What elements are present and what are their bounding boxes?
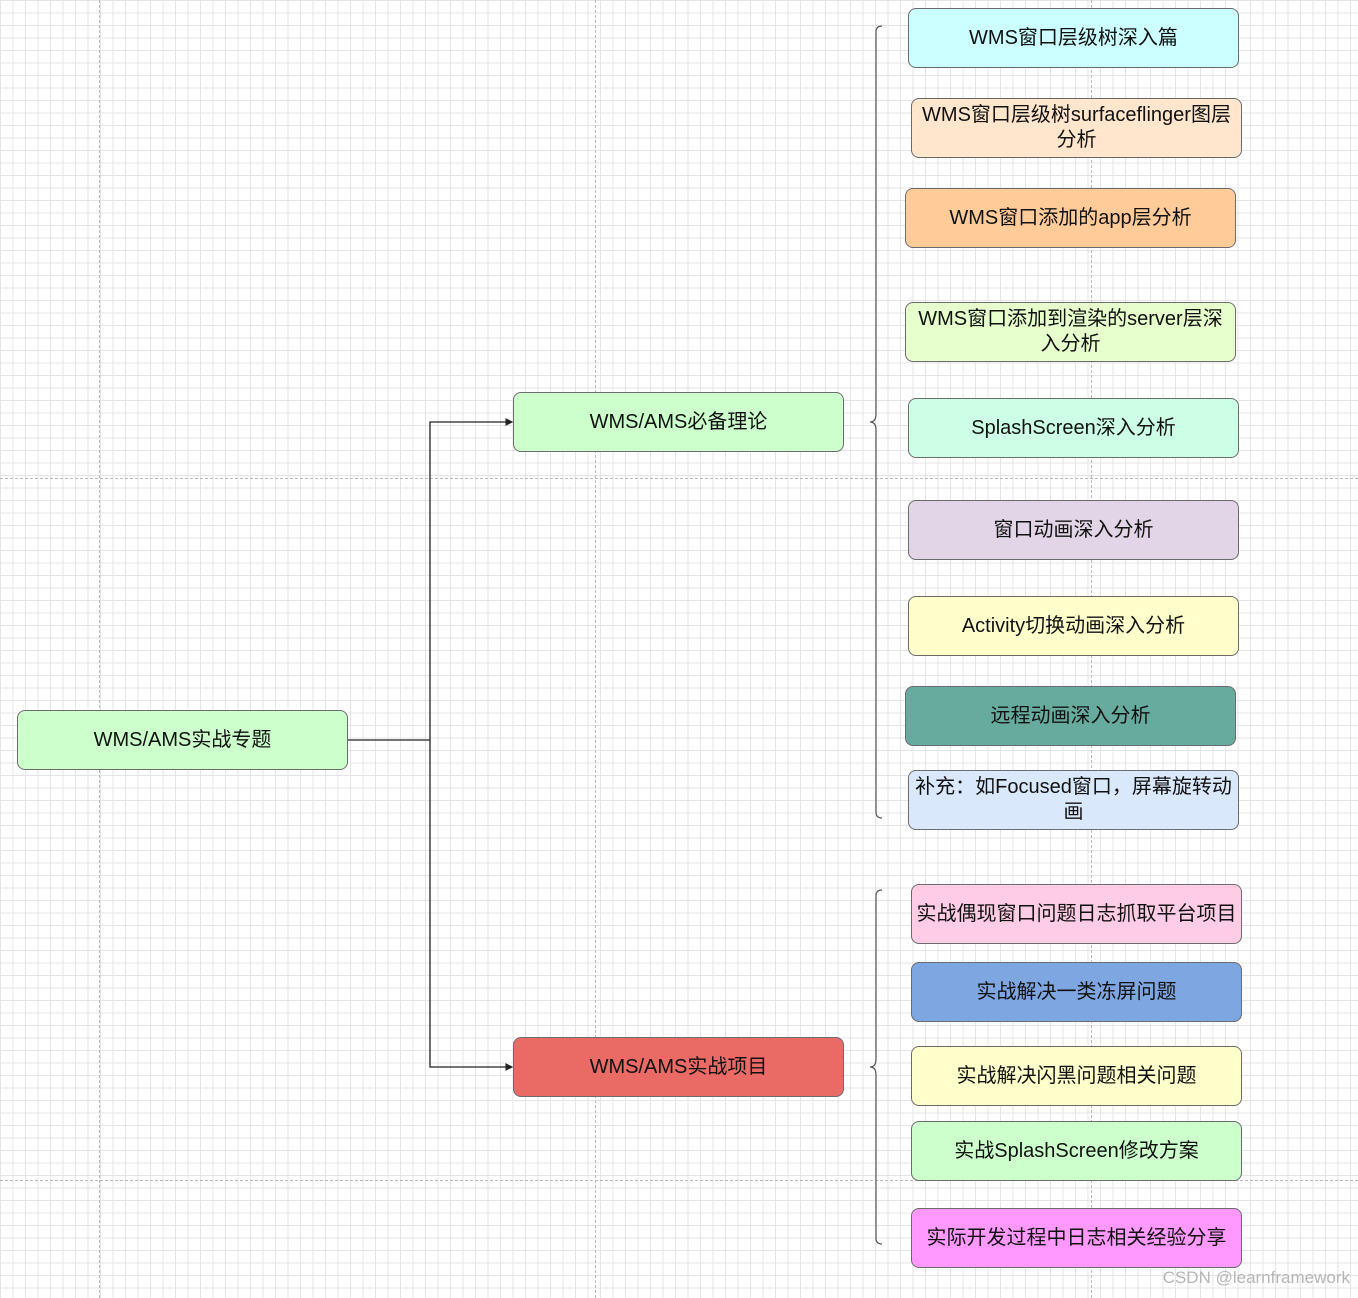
project-leaf-label: 实战解决一类冻屏问题: [976, 980, 1177, 1003]
theory-leaf-label: 远程动画深入分析: [990, 704, 1151, 727]
theory-leaf-label: WMS窗口添加到渲染的server层深入分析: [918, 308, 1223, 355]
theory-leaf-node[interactable]: Activity切换动画深入分析: [908, 596, 1239, 656]
project-branch-node[interactable]: WMS/AMS实战项目: [513, 1037, 844, 1097]
theory-leaf-label: WMS窗口添加的app层分析: [949, 206, 1192, 229]
theory-branch-connector: [429, 418, 514, 740]
project-branch-label: WMS/AMS实战项目: [589, 1055, 768, 1078]
project-leaf-node[interactable]: 实战解决一类冻屏问题: [911, 962, 1242, 1022]
project-leaf-node[interactable]: 实战SplashScreen修改方案: [911, 1121, 1242, 1181]
theory-leaf-label: 补充：如Focused窗口，屏幕旋转动画: [915, 776, 1232, 823]
project-leaf-label: 实战偶现窗口问题日志抓取平台项目: [916, 902, 1237, 925]
theory-leaf-label: WMS窗口层级树深入篇: [969, 26, 1178, 49]
root-node-label: WMS/AMS实战专题: [93, 728, 272, 751]
project-leaf-node[interactable]: 实际开发过程中日志相关经验分享: [911, 1208, 1242, 1268]
theory-branch-node[interactable]: WMS/AMS必备理论: [513, 392, 844, 452]
theory-leaf-node[interactable]: WMS窗口层级树surfaceflinger图层分析: [911, 98, 1242, 158]
project-bracket: [869, 889, 883, 1245]
project-leaf-label: 实战解决闪黑问题相关问题: [956, 1064, 1197, 1087]
theory-leaf-label: 窗口动画深入分析: [993, 518, 1154, 541]
theory-leaf-node[interactable]: 补充：如Focused窗口，屏幕旋转动画: [908, 770, 1239, 830]
theory-leaf-label: WMS窗口层级树surfaceflinger图层分析: [922, 104, 1231, 151]
root-node[interactable]: WMS/AMS实战专题: [17, 710, 348, 770]
theory-branch-label: WMS/AMS必备理论: [589, 410, 768, 433]
theory-leaf-label: SplashScreen深入分析: [971, 416, 1176, 439]
theory-leaf-node[interactable]: 远程动画深入分析: [905, 686, 1236, 746]
project-leaf-label: 实战SplashScreen修改方案: [954, 1139, 1199, 1162]
project-leaf-node[interactable]: 实战偶现窗口问题日志抓取平台项目: [911, 884, 1242, 944]
watermark: CSDN @learnframework: [1162, 1268, 1350, 1287]
theory-leaf-label: Activity切换动画深入分析: [961, 614, 1186, 637]
project-leaf-node[interactable]: 实战解决闪黑问题相关问题: [911, 1046, 1242, 1106]
theory-leaf-node[interactable]: WMS窗口添加的app层分析: [905, 188, 1236, 248]
theory-bracket: [869, 25, 883, 819]
project-branch-connector: [429, 740, 514, 1071]
theory-leaf-node[interactable]: WMS窗口层级树深入篇: [908, 8, 1239, 68]
project-leaf-label: 实际开发过程中日志相关经验分享: [926, 1226, 1227, 1249]
theory-leaf-node[interactable]: WMS窗口添加到渲染的server层深入分析: [905, 302, 1236, 362]
theory-leaf-node[interactable]: 窗口动画深入分析: [908, 500, 1239, 560]
theory-leaf-node[interactable]: SplashScreen深入分析: [908, 398, 1239, 458]
